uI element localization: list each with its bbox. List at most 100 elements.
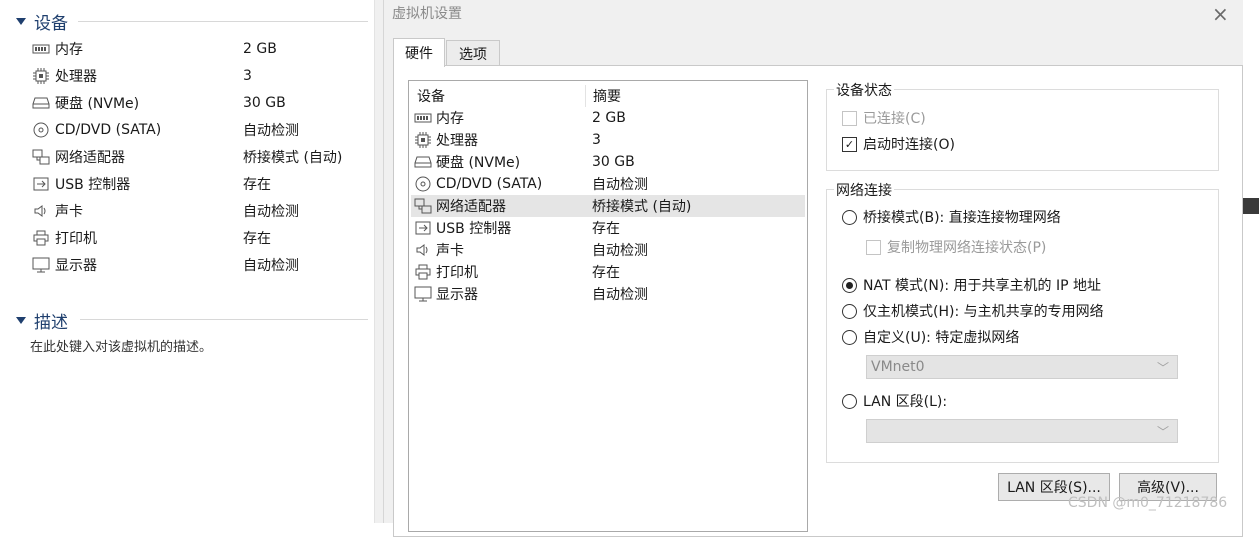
radio-button[interactable] bbox=[842, 209, 857, 225]
device-row-cd[interactable]: CD/DVD (SATA) 自动检测 bbox=[32, 116, 362, 143]
device-value: 自动检测 bbox=[243, 203, 299, 220]
device-value: 2 GB bbox=[243, 40, 277, 57]
connect-at-power-on-checkbox[interactable]: ✓ 启动时连接(O) bbox=[842, 134, 955, 154]
device-name: 显示器 bbox=[55, 257, 97, 274]
device-row-usb[interactable]: USB 控制器 存在 bbox=[32, 170, 362, 197]
device-name: 打印机 bbox=[436, 265, 478, 281]
device-list[interactable]: 设备 摘要 内存 2 GB 处理器 3 硬盘 (NVMe) 30 GB CD/D… bbox=[408, 80, 808, 532]
device-name: 处理器 bbox=[436, 133, 478, 149]
device-name: CD/DVD (SATA) bbox=[55, 121, 162, 138]
device-summary: 2 GB bbox=[592, 110, 626, 126]
description-placeholder[interactable]: 在此处键入对该虚拟机的描述。 bbox=[30, 336, 212, 355]
device-row-printer[interactable]: 打印机 存在 bbox=[32, 224, 362, 251]
device-name: 声卡 bbox=[436, 243, 464, 259]
device-name: USB 控制器 bbox=[55, 176, 131, 193]
network-icon bbox=[414, 198, 432, 214]
close-icon[interactable]: × bbox=[1212, 2, 1229, 26]
list-item-printer[interactable]: 打印机 存在 bbox=[411, 261, 805, 283]
device-name: 硬盘 (NVMe) bbox=[436, 155, 521, 171]
device-value: 3 bbox=[243, 67, 252, 84]
memory-icon bbox=[32, 42, 50, 56]
device-name: 内存 bbox=[55, 41, 83, 58]
device-summary: 30 GB bbox=[592, 154, 635, 170]
device-summary: 桥接模式 (自动) bbox=[592, 199, 692, 215]
device-name: 硬盘 (NVMe) bbox=[55, 95, 140, 112]
vm-summary-panel: 设备 内存 2 GB 处理器 3 硬盘 (NVMe) 30 GB CD/DVD … bbox=[0, 0, 374, 523]
list-item-usb[interactable]: USB 控制器 存在 bbox=[411, 217, 805, 239]
collapse-triangle-icon[interactable] bbox=[16, 317, 26, 324]
vm-settings-dialog: 虚拟机设置 × 硬件 选项 设备 摘要 内存 2 GB 处理器 3 硬盘 (NV… bbox=[384, 0, 1259, 537]
list-item-memory[interactable]: 内存 2 GB bbox=[411, 107, 805, 129]
list-item-processor[interactable]: 处理器 3 bbox=[411, 129, 805, 151]
speaker-icon bbox=[32, 204, 50, 218]
select-value: VMnet0 bbox=[871, 359, 925, 375]
radio-button[interactable] bbox=[842, 303, 857, 319]
replicate-state-checkbox[interactable]: 复制物理网络连接状态(P) bbox=[866, 237, 1046, 257]
bridged-label: 桥接模式(B): 直接连接物理网络 bbox=[863, 210, 1061, 226]
device-summary: 3 bbox=[592, 132, 601, 148]
bridged-radio[interactable]: 桥接模式(B): 直接连接物理网络 bbox=[842, 207, 1061, 227]
checkmark-icon[interactable]: ✓ bbox=[842, 136, 857, 152]
host-only-label: 仅主机模式(H): 与主机共享的专用网络 bbox=[863, 304, 1104, 320]
replicate-label: 复制物理网络连接状态(P) bbox=[887, 240, 1047, 256]
custom-radio[interactable]: 自定义(U): 特定虚拟网络 bbox=[842, 327, 1019, 347]
devices-header-label: 设备 bbox=[34, 14, 68, 34]
device-row-disk[interactable]: 硬盘 (NVMe) 30 GB bbox=[32, 89, 362, 116]
printer-icon bbox=[414, 264, 432, 280]
device-summary: 存在 bbox=[592, 221, 620, 237]
background-window-edge bbox=[1243, 0, 1259, 523]
column-header-device[interactable]: 设备 bbox=[417, 85, 445, 107]
speaker-icon bbox=[414, 243, 432, 257]
tab-hardware[interactable]: 硬件 bbox=[393, 38, 445, 67]
devices-section-header[interactable]: 设备 bbox=[16, 9, 68, 34]
lan-segment-radio[interactable]: LAN 区段(L): bbox=[842, 391, 947, 411]
radio-button[interactable] bbox=[842, 393, 857, 409]
tab-options[interactable]: 选项 bbox=[446, 40, 500, 66]
device-value: 存在 bbox=[243, 176, 271, 193]
checkbox-box[interactable] bbox=[842, 110, 857, 126]
custom-network-select[interactable]: VMnet0 ﹀ bbox=[866, 355, 1178, 379]
description-header-label: 描述 bbox=[34, 313, 68, 333]
nat-radio[interactable]: NAT 模式(N): 用于共享主机的 IP 地址 bbox=[842, 275, 1101, 295]
custom-label: 自定义(U): 特定虚拟网络 bbox=[863, 330, 1020, 346]
device-name: 处理器 bbox=[55, 68, 97, 85]
list-item-disk[interactable]: 硬盘 (NVMe) 30 GB bbox=[411, 151, 805, 173]
description-section-header[interactable]: 描述 bbox=[16, 308, 68, 333]
disk-icon bbox=[32, 96, 50, 110]
chevron-down-icon: ﹀ bbox=[1156, 361, 1169, 375]
device-row-network[interactable]: 网络适配器 桥接模式 (自动) bbox=[32, 143, 362, 170]
list-item-sound[interactable]: 声卡 自动检测 bbox=[411, 239, 805, 261]
radio-button[interactable] bbox=[842, 329, 857, 345]
device-summary: 自动检测 bbox=[592, 243, 648, 259]
device-name: 网络适配器 bbox=[55, 149, 125, 166]
column-separator[interactable] bbox=[585, 85, 586, 107]
splitter[interactable] bbox=[374, 0, 384, 523]
device-row-sound[interactable]: 声卡 自动检测 bbox=[32, 197, 362, 224]
device-value: 自动检测 bbox=[243, 122, 299, 139]
column-header-summary[interactable]: 摘要 bbox=[593, 85, 621, 107]
device-summary: 自动检测 bbox=[592, 287, 648, 303]
device-value: 存在 bbox=[243, 230, 271, 247]
checkbox-box[interactable] bbox=[866, 239, 881, 255]
device-row-memory[interactable]: 内存 2 GB bbox=[32, 35, 362, 62]
device-row-display[interactable]: 显示器 自动检测 bbox=[32, 251, 362, 278]
radio-button[interactable] bbox=[842, 277, 857, 293]
monitor-icon bbox=[32, 257, 50, 272]
connected-checkbox[interactable]: 已连接(C) bbox=[842, 108, 926, 128]
section-divider bbox=[80, 319, 368, 320]
monitor-icon bbox=[414, 286, 432, 302]
disk-icon bbox=[414, 155, 432, 169]
collapse-triangle-icon[interactable] bbox=[16, 18, 26, 25]
cpu-icon bbox=[32, 67, 50, 84]
radio-selected-dot bbox=[846, 281, 853, 289]
connected-label: 已连接(C) bbox=[863, 111, 926, 127]
list-item-network[interactable]: 网络适配器 桥接模式 (自动) bbox=[411, 195, 805, 217]
network-connection-title: 网络连接 bbox=[834, 180, 894, 200]
host-only-radio[interactable]: 仅主机模式(H): 与主机共享的专用网络 bbox=[842, 301, 1104, 321]
list-item-cd[interactable]: CD/DVD (SATA) 自动检测 bbox=[411, 173, 805, 195]
usb-icon bbox=[414, 221, 432, 235]
background-window-fragment bbox=[1243, 198, 1259, 214]
lan-segment-select[interactable]: ﹀ bbox=[866, 419, 1178, 443]
device-row-processor[interactable]: 处理器 3 bbox=[32, 62, 362, 89]
list-item-display[interactable]: 显示器 自动检测 bbox=[411, 283, 805, 305]
